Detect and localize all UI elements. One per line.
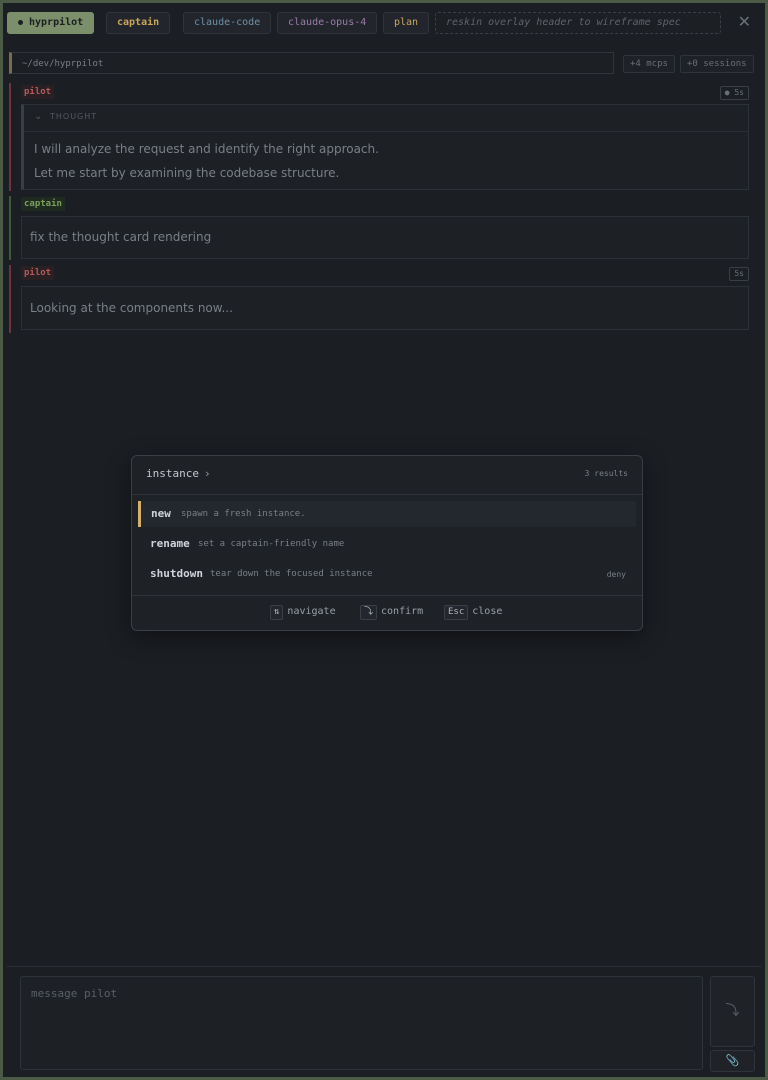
speaker-label: pilot <box>21 266 55 280</box>
updown-key-icon: ⇅ <box>270 605 284 620</box>
enter-key-icon: ⤵ <box>360 605 378 620</box>
hint-label: confirm <box>381 606 424 617</box>
sessions-badge[interactable]: +0 sessions <box>680 55 754 73</box>
app-chip[interactable]: hyprpilot <box>7 12 95 34</box>
thought-card: ⌄ THOUGHT I will analyze the request and… <box>21 104 749 190</box>
thought-header[interactable]: ⌄ THOUGHT <box>24 105 748 132</box>
option-desc: spawn a fresh instance. <box>181 509 306 519</box>
message-input[interactable]: message pilot <box>20 976 703 1070</box>
message-pilot: pilot ● 5s ⌄ THOUGHT I will analyze the … <box>9 83 759 191</box>
composer-divider <box>6 966 762 967</box>
attach-icon[interactable]: 📎 <box>710 1050 755 1072</box>
option-name: new <box>151 507 171 520</box>
model-chip[interactable]: claude-opus-4 <box>277 12 378 34</box>
option-name: rename <box>150 537 190 550</box>
hint-navigate: ⇅ navigate <box>270 605 336 620</box>
speaker-label: captain <box>21 197 65 211</box>
thought-label: THOUGHT <box>50 112 98 121</box>
command-palette: instance › 3 results new spawn a fresh i… <box>131 455 643 631</box>
hint-close: Esc close <box>444 605 502 620</box>
deny-badge: deny <box>606 570 626 579</box>
palette-query[interactable]: instance <box>146 467 199 480</box>
thought-line: I will analyze the request and identify … <box>34 142 379 156</box>
chevron-right-icon: › <box>204 467 211 480</box>
palette-option-rename[interactable]: rename set a captain-friendly name <box>138 531 636 557</box>
header-bar: hyprpilot captain claude-code claude-opu… <box>7 12 761 38</box>
close-icon[interactable]: ✕ <box>738 12 751 32</box>
send-icon[interactable]: ⤵ <box>710 976 755 1047</box>
role-chip[interactable]: captain <box>106 12 171 34</box>
palette-header: instance › 3 results <box>132 456 642 495</box>
result-count: 3 results <box>584 469 628 478</box>
chevron-down-icon: ⌄ <box>34 111 44 122</box>
message-card: fix the thought card rendering <box>21 216 749 259</box>
palette-option-new[interactable]: new spawn a fresh instance. <box>138 501 636 527</box>
option-desc: set a captain-friendly name <box>198 539 345 549</box>
cwd-path: ~/dev/hyprpilot <box>9 52 614 74</box>
hint-label: close <box>472 606 503 617</box>
message-card: Looking at the components now... <box>21 286 749 330</box>
app-name: hyprpilot <box>29 17 84 28</box>
message-pilot: pilot 5s Looking at the components now..… <box>9 265 759 333</box>
option-desc: tear down the focused instance <box>210 569 373 579</box>
duration-badge: 5s <box>729 267 749 281</box>
status-dot-icon <box>18 19 23 25</box>
agent-chip[interactable]: claude-code <box>183 12 272 34</box>
overlay-window: hyprpilot captain claude-code claude-opu… <box>0 0 768 1080</box>
thought-line: Let me start by examining the codebase s… <box>34 166 340 180</box>
hint-confirm: ⤵ confirm <box>360 605 423 620</box>
message-captain: captain fix the thought card rendering <box>9 196 759 260</box>
palette-option-shutdown[interactable]: shutdown tear down the focused instance … <box>138 561 636 587</box>
duration-badge: ● 5s <box>719 86 749 100</box>
hint-label: navigate <box>287 606 336 617</box>
task-title[interactable]: reskin overlay header to wireframe spec <box>435 12 721 34</box>
palette-footer: ⇅ navigate ⤵ confirm Esc close <box>132 595 642 630</box>
mcps-badge[interactable]: +4 mcps <box>623 55 675 73</box>
esc-key: Esc <box>444 605 469 620</box>
speaker-label: pilot <box>21 85 55 99</box>
mode-chip[interactable]: plan <box>383 12 430 34</box>
option-name: shutdown <box>150 567 203 580</box>
